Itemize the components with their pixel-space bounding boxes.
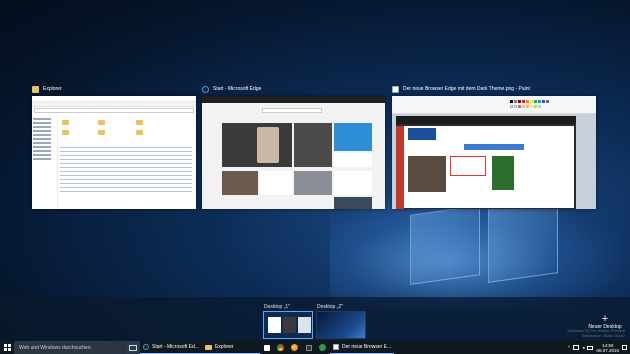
taskbar-task-label: Explorer — [214, 344, 234, 350]
taskbar-task-label: Der neue Browser E... — [341, 344, 392, 350]
start-button[interactable] — [0, 341, 14, 354]
window-title-text: Der neue Browser Edge mit dem Dark Theme… — [403, 86, 530, 92]
taskbar-task-edge[interactable]: Start - Microsoft Ed... — [140, 341, 202, 354]
store-icon[interactable] — [260, 341, 274, 354]
window-title-explorer[interactable]: Explorer — [32, 85, 62, 93]
task-view-button[interactable] — [126, 341, 140, 354]
system-tray: ^ ◂ 14:50 06.07.2015 — [568, 341, 630, 354]
chevron-up-icon[interactable]: ^ — [568, 345, 570, 350]
window-title-text: Start - Microsoft Edge — [213, 86, 262, 92]
window-thumbnail-edge[interactable] — [202, 96, 385, 209]
explorer-content — [58, 114, 196, 209]
paint-icon — [392, 85, 399, 93]
windows-logo-icon — [3, 344, 11, 351]
network-icon[interactable] — [573, 345, 580, 350]
edge-icon — [202, 85, 209, 93]
explorer-address-bar — [34, 108, 194, 113]
wallpaper-window-shape — [410, 205, 480, 285]
build-watermark: Windows 10 Pro Insider Preview Testversi… — [560, 328, 625, 338]
explorer-nav-pane — [32, 114, 58, 209]
explorer-ribbon — [32, 102, 196, 107]
paint-icon — [332, 344, 339, 350]
firefox-icon[interactable] — [288, 341, 302, 354]
taskbar-task-explorer[interactable]: Explorer — [201, 341, 260, 354]
paint-image — [396, 116, 576, 209]
desktop-1-thumbnail[interactable] — [263, 311, 313, 339]
clock-date: 06.07.2015 — [596, 347, 619, 353]
watermark-line2: Testversion. Build 10162 — [581, 333, 625, 338]
media-player-icon[interactable] — [302, 341, 316, 354]
plus-icon: + — [601, 313, 609, 325]
desktop-1-label: Desktop „1" — [264, 304, 290, 310]
folder-icon — [204, 344, 212, 350]
edge-start-page — [202, 103, 385, 209]
search-box[interactable]: Web und Windows durchsuchen — [14, 341, 126, 354]
keyboard-icon[interactable] — [587, 345, 594, 350]
edge-tabbar — [202, 96, 385, 103]
xbox-icon[interactable] — [316, 341, 330, 354]
clock[interactable]: 14:50 06.07.2015 — [596, 343, 619, 353]
window-thumbnail-paint[interactable] — [392, 96, 596, 209]
window-title-text: Explorer — [43, 86, 62, 92]
edge-icon — [143, 344, 149, 350]
chrome-icon[interactable] — [274, 341, 288, 354]
taskbar-task-paint[interactable]: Der neue Browser E... — [329, 341, 395, 354]
virtual-desktops-bar — [0, 297, 630, 341]
taskbar-task-label: Start - Microsoft Ed... — [152, 344, 199, 350]
desktop-2-label: Desktop „2" — [317, 304, 343, 310]
window-thumbnail-explorer[interactable] — [32, 96, 196, 209]
window-title-paint[interactable]: Der neue Browser Edge mit dem Dark Theme… — [392, 85, 530, 93]
notification-icon[interactable] — [622, 345, 627, 350]
search-placeholder: Web und Windows durchsuchen — [19, 344, 91, 351]
taskbar: Web und Windows durchsuchen Start - Micr… — [0, 341, 630, 354]
folder-icon — [32, 85, 39, 93]
desktop-2-thumbnail[interactable] — [316, 311, 366, 339]
window-title-edge[interactable]: Start - Microsoft Edge — [202, 85, 261, 93]
paint-ribbon — [392, 96, 596, 114]
paint-canvas — [392, 114, 596, 209]
task-view-icon — [129, 344, 137, 351]
volume-icon[interactable]: ◂ — [582, 345, 584, 351]
